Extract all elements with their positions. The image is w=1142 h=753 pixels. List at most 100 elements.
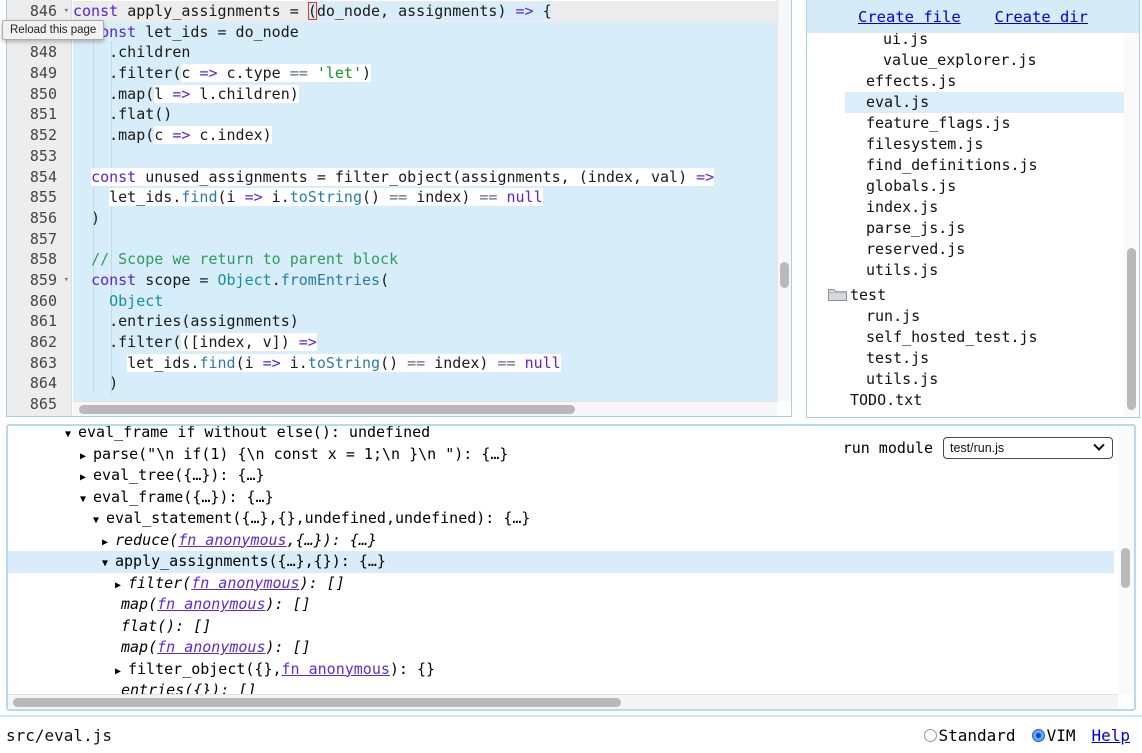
scrollbar-thumb[interactable] <box>13 698 621 707</box>
create-file-link[interactable]: Create file <box>858 8 961 26</box>
line-number[interactable]: 860 <box>7 291 71 312</box>
scrollbar-thumb[interactable] <box>79 405 575 414</box>
line-number[interactable]: 849 <box>7 63 71 84</box>
code-line[interactable]: ) <box>73 208 777 229</box>
run-module-select[interactable]: test/run.js <box>943 437 1113 459</box>
radio-selected-icon[interactable] <box>1032 729 1045 742</box>
line-number[interactable]: 859▾ <box>7 270 71 291</box>
file-tree-item[interactable]: run.js <box>807 306 1123 327</box>
file-tree-item[interactable]: reserved.js <box>807 239 1123 260</box>
expand-arrow-icon[interactable]: ▶ <box>102 532 115 554</box>
line-number[interactable]: 858 <box>7 249 71 270</box>
file-list-scrollbar[interactable] <box>1124 33 1139 417</box>
file-tree-item[interactable]: utils.js <box>807 369 1123 390</box>
code-line[interactable]: const let_ids = do_node <box>73 22 777 43</box>
line-number[interactable]: 846▾ <box>7 1 71 22</box>
line-number[interactable]: 861 <box>7 311 71 332</box>
file-tree-item[interactable]: find_definitions.js <box>807 155 1123 176</box>
line-number[interactable]: 851 <box>7 104 71 125</box>
call-tree-row[interactable]: map(fn anonymous): [] <box>8 637 1114 659</box>
collapse-arrow-icon[interactable]: ▼ <box>102 553 115 575</box>
code-line[interactable]: .children <box>73 42 777 63</box>
keybinding-standard-option[interactable]: Standard <box>924 726 1016 745</box>
code-line[interactable]: .filter(c => c.type == 'let') <box>73 63 777 84</box>
fn-anonymous-link[interactable]: fn anonymous <box>157 638 265 656</box>
file-tree-item[interactable]: utils.js <box>807 260 1123 281</box>
code-line[interactable]: Object <box>73 291 777 312</box>
line-number[interactable]: 850 <box>7 84 71 105</box>
code-line[interactable]: .map(c => c.index) <box>73 125 777 146</box>
scrollbar-thumb[interactable] <box>1121 548 1130 588</box>
code-area[interactable]: const apply_assignments = (do_node, assi… <box>73 0 777 416</box>
line-number[interactable]: 854 <box>7 167 71 188</box>
line-number[interactable]: 856 <box>7 208 71 229</box>
collapse-arrow-icon[interactable]: ▼ <box>80 489 93 511</box>
fn-anonymous-link[interactable]: fn anonymous <box>157 595 265 613</box>
scrollbar-thumb[interactable] <box>1127 248 1136 410</box>
line-number[interactable]: 864 <box>7 373 71 394</box>
code-line[interactable]: // Scope we return to parent block <box>73 249 777 270</box>
code-line[interactable]: .entries(assignments) <box>73 311 777 332</box>
line-number[interactable]: 857 <box>7 229 71 250</box>
fold-arrow-icon[interactable]: ▾ <box>64 270 69 291</box>
file-tree-item[interactable]: filesystem.js <box>807 134 1123 155</box>
file-tree-item[interactable]: TODO.txt <box>807 390 1123 411</box>
editor-vertical-scrollbar[interactable] <box>777 0 791 401</box>
call-tree-row[interactable]: ▶filter(fn anonymous): [] <box>8 573 1114 595</box>
expand-arrow-icon[interactable]: ▶ <box>80 467 93 489</box>
call-tree-vertical-scrollbar[interactable] <box>1118 426 1134 694</box>
code-line[interactable]: .flat() <box>73 104 777 125</box>
line-number[interactable]: 853 <box>7 146 71 167</box>
file-tree-item[interactable]: effects.js <box>807 71 1123 92</box>
code-line[interactable]: let_ids.find(i => i.toString() == index)… <box>73 187 777 208</box>
fold-arrow-icon[interactable]: ▾ <box>64 1 69 22</box>
expand-arrow-icon[interactable]: ▶ <box>80 446 93 468</box>
line-number[interactable]: 862 <box>7 332 71 353</box>
call-tree-row[interactable]: flat(): [] <box>8 616 1114 638</box>
call-tree-row[interactable]: ▶reduce(fn anonymous,{…}): {…} <box>8 530 1114 552</box>
line-number[interactable]: 848 <box>7 42 71 63</box>
keybinding-vim-option[interactable]: VIM <box>1032 726 1076 745</box>
collapse-arrow-icon[interactable]: ▼ <box>65 424 78 446</box>
file-tree-item[interactable]: feature_flags.js <box>807 113 1123 134</box>
scrollbar-thumb[interactable] <box>780 262 789 288</box>
code-line[interactable]: .filter(([index, v]) => <box>73 332 777 353</box>
fn-anonymous-link[interactable]: fn anonymous <box>178 531 286 549</box>
file-tree-item[interactable]: self_hosted_test.js <box>807 327 1123 348</box>
call-tree-row[interactable]: map(fn anonymous): [] <box>8 594 1114 616</box>
expand-arrow-icon[interactable]: ▶ <box>115 575 128 597</box>
help-link[interactable]: Help <box>1091 726 1130 745</box>
call-tree-row[interactable]: ▶eval_tree({…}): {…} <box>8 465 1114 487</box>
code-line[interactable]: const unused_assignments = filter_object… <box>73 167 777 188</box>
expand-arrow-icon[interactable]: ▶ <box>115 661 128 683</box>
collapse-arrow-icon[interactable]: ▼ <box>93 510 106 532</box>
file-tree-item[interactable]: parse_js.js <box>807 218 1123 239</box>
line-number[interactable]: 852 <box>7 125 71 146</box>
editor-horizontal-scrollbar[interactable] <box>73 401 777 416</box>
file-tree-item[interactable]: globals.js <box>807 176 1123 197</box>
radio-unselected-icon[interactable] <box>924 729 937 742</box>
code-line[interactable]: ) <box>73 373 777 394</box>
fn-anonymous-link[interactable]: fn anonymous <box>191 574 299 592</box>
file-tree-item[interactable]: eval.js <box>807 92 1123 113</box>
fn-anonymous-link[interactable]: fn anonymous <box>282 660 390 678</box>
line-number[interactable]: 865 <box>7 394 71 415</box>
file-tree-item[interactable]: index.js <box>807 197 1123 218</box>
line-number[interactable]: 855 <box>7 187 71 208</box>
call-tree-horizontal-scrollbar[interactable] <box>8 694 1118 709</box>
call-tree-row[interactable]: ▼eval_statement({…},{},undefined,undefin… <box>8 508 1114 530</box>
code-line[interactable] <box>73 229 777 250</box>
file-tree-folder[interactable]: test <box>807 285 1123 306</box>
line-number[interactable]: 863 <box>7 353 71 374</box>
call-tree-row[interactable]: ▶filter_object({},fn anonymous): {} <box>8 659 1114 681</box>
file-tree-item[interactable]: value_explorer.js <box>807 50 1123 71</box>
call-tree-row[interactable]: ▼eval_frame({…}): {…} <box>8 487 1114 509</box>
create-dir-link[interactable]: Create dir <box>995 8 1088 26</box>
code-line[interactable]: const scope = Object.fromEntries( <box>73 270 777 291</box>
code-line[interactable]: .map(l => l.children) <box>73 84 777 105</box>
code-line[interactable]: let_ids.find(i => i.toString() == index)… <box>73 353 777 374</box>
file-tree-item[interactable]: test.js <box>807 348 1123 369</box>
code-line[interactable] <box>73 146 777 167</box>
code-line[interactable]: const apply_assignments = (do_node, assi… <box>73 1 777 22</box>
call-tree-row[interactable]: ▼apply_assignments({…},{}): {…} <box>8 551 1114 573</box>
